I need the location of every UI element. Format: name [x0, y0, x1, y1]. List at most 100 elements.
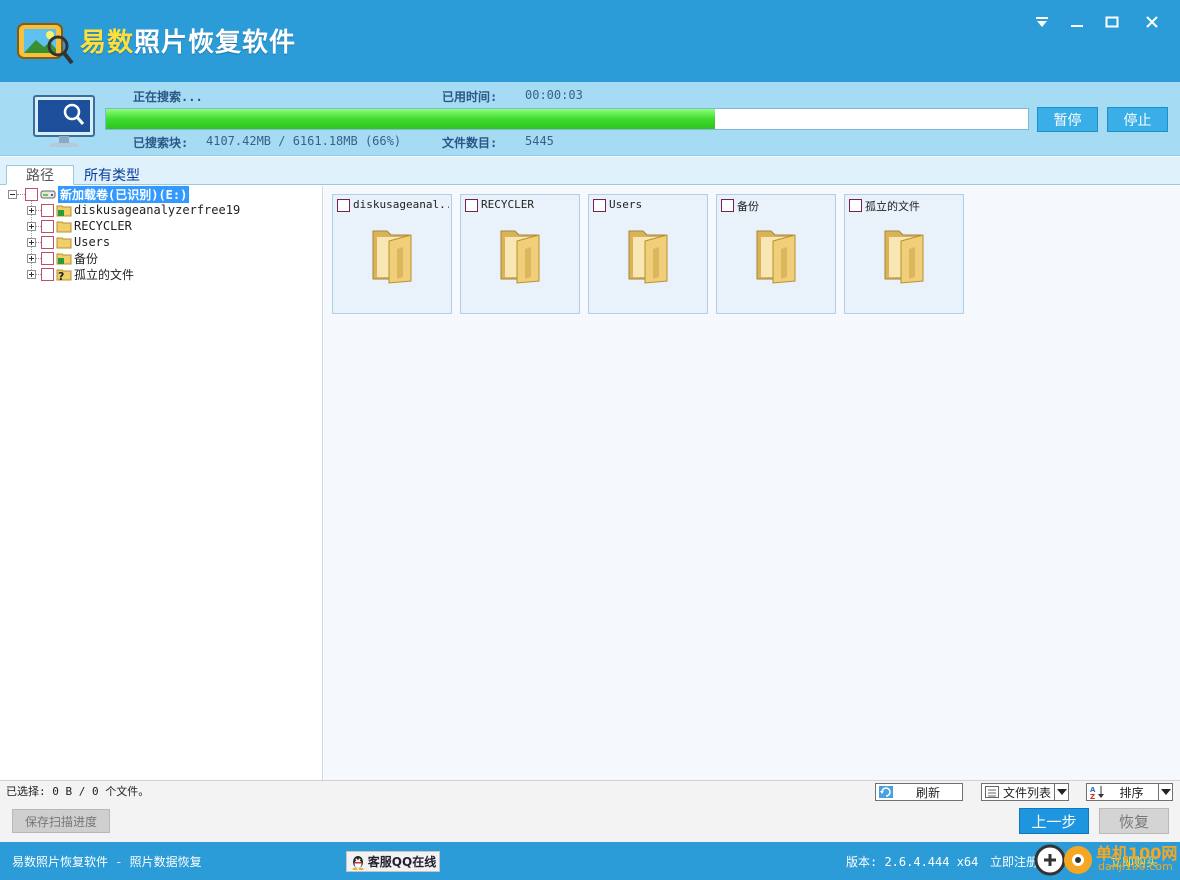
tree-item-label[interactable]: 备份	[74, 250, 98, 267]
watermark-url: danji100.com	[1098, 860, 1173, 873]
folder-icon	[884, 230, 924, 284]
refresh-button[interactable]: 刷新	[875, 783, 963, 801]
tile-label: Users	[609, 198, 643, 211]
tree-item-label[interactable]: 孤立的文件	[74, 266, 134, 283]
svg-text:?: ?	[58, 270, 64, 282]
tree-item-checkbox[interactable]	[41, 251, 54, 265]
collapse-toggle[interactable]	[8, 189, 17, 199]
tree-item-label[interactable]: Users	[74, 235, 110, 249]
tree-item-label[interactable]: diskusageanalyzerfree19	[74, 203, 240, 217]
expand-toggle[interactable]	[27, 205, 36, 215]
folder-icon	[56, 221, 72, 233]
tile-label: diskusageanal...	[353, 198, 449, 211]
tile-label: 孤立的文件	[865, 200, 920, 213]
menu-dropdown-icon[interactable]	[1029, 10, 1055, 34]
monitor-search-icon	[33, 95, 95, 147]
version-text: 版本: 2.6.4.444 x64	[846, 855, 979, 869]
folder-recycle-icon	[56, 253, 72, 265]
tree-root-label[interactable]: 新加载卷(已识别)(E:)	[58, 185, 190, 203]
pause-button[interactable]: 暂停	[1037, 107, 1098, 132]
stop-button[interactable]: 停止	[1107, 107, 1168, 132]
tile-label: 备份	[737, 200, 759, 213]
qq-penguin-icon	[352, 855, 364, 870]
tree-item-checkbox[interactable]	[41, 267, 54, 281]
recover-button[interactable]: 恢复	[1099, 808, 1169, 834]
folder-icon	[628, 230, 668, 284]
tile-checkbox[interactable]	[593, 199, 606, 212]
expand-toggle[interactable]	[27, 269, 36, 279]
tree-item-checkbox[interactable]	[41, 235, 54, 249]
elapsed-value: 00:00:03	[525, 88, 583, 102]
tile-checkbox[interactable]	[337, 199, 350, 212]
folder-icon	[372, 230, 412, 284]
svg-text:Z: Z	[1090, 793, 1095, 799]
maximize-icon[interactable]	[1099, 10, 1125, 34]
close-icon[interactable]	[1139, 10, 1165, 34]
tree-root-row[interactable]: 新加载卷(已识别)(E:)	[8, 185, 190, 203]
title-bar: 易数照片恢复软件	[0, 0, 1180, 82]
drive-icon	[40, 190, 56, 199]
tree-item[interactable]: Users	[27, 234, 110, 250]
sort-icon: A Z	[1090, 786, 1104, 799]
tree-item-checkbox[interactable]	[41, 219, 54, 233]
previous-step-button[interactable]: 上一步	[1019, 808, 1089, 834]
qq-support-button[interactable]: 客服QQ在线	[346, 851, 440, 872]
searching-status: 正在搜索...	[133, 90, 203, 104]
folder-tree: 新加载卷(已识别)(E:) diskusageanalyzerfree19 RE…	[0, 185, 323, 780]
folder-recycle-icon	[56, 205, 72, 217]
minimize-icon[interactable]	[1064, 10, 1090, 34]
file-count-value: 5445	[525, 134, 554, 148]
tree-item[interactable]: 备份	[27, 250, 98, 266]
tree-root-checkbox[interactable]	[25, 187, 38, 201]
searched-value: 4107.42MB / 6161.18MB (66%)	[206, 134, 402, 148]
folder-icon	[56, 237, 72, 249]
qq-support-label: 客服QQ在线	[367, 855, 437, 869]
searched-label: 已搜索块:	[133, 136, 189, 150]
tile-label: RECYCLER	[481, 198, 534, 211]
folder-tile[interactable]: 孤立的文件	[844, 194, 964, 314]
status-bar: 易数照片恢复软件 - 照片数据恢复 客服QQ在线 版本: 2.6.4.444 x…	[0, 842, 1180, 880]
chevron-down-icon[interactable]	[1158, 784, 1172, 800]
tree-item[interactable]: diskusageanalyzerfree19	[27, 202, 240, 218]
tree-item[interactable]: ? 孤立的文件	[27, 266, 134, 282]
refresh-label: 刷新	[915, 785, 940, 800]
selection-info: 已选择: 0 B / 0 个文件。	[6, 785, 150, 798]
status-text: 易数照片恢复软件 - 照片数据恢复	[12, 855, 202, 869]
app-title: 易数照片恢复软件	[80, 28, 297, 58]
register-link[interactable]: 立即注册	[990, 853, 1038, 870]
tree-item-label[interactable]: RECYCLER	[74, 219, 132, 233]
sort-label: 排序	[1119, 785, 1144, 800]
tree-item-checkbox[interactable]	[41, 203, 54, 217]
tree-item[interactable]: RECYCLER	[27, 218, 132, 234]
tab-all-types[interactable]: 所有类型	[74, 165, 150, 185]
app-logo-icon	[17, 23, 74, 65]
folder-tile[interactable]: RECYCLER	[460, 194, 580, 314]
expand-toggle[interactable]	[27, 221, 36, 231]
tile-checkbox[interactable]	[465, 199, 478, 212]
file-list-label: 文件列表	[1002, 785, 1051, 800]
folder-tile[interactable]: diskusageanal...	[332, 194, 452, 314]
folder-tile[interactable]: 备份	[716, 194, 836, 314]
file-grid: diskusageanal... RECYCLER Users 备份 孤立的文件	[324, 186, 1180, 780]
refresh-icon	[879, 786, 893, 798]
view-tabs: 路径 所有类型	[0, 157, 1180, 185]
scan-progress-panel: 正在搜索... 已用时间: 00:00:03 已搜索块: 4107.42MB /…	[0, 82, 1180, 156]
tile-checkbox[interactable]	[721, 199, 734, 212]
list-view-icon	[985, 786, 999, 798]
folder-tile[interactable]: Users	[588, 194, 708, 314]
tile-checkbox[interactable]	[849, 199, 862, 212]
save-scan-progress-button[interactable]: 保存扫描进度	[12, 809, 110, 833]
expand-toggle[interactable]	[27, 253, 36, 263]
elapsed-label: 已用时间:	[442, 90, 498, 104]
expand-toggle[interactable]	[27, 237, 36, 247]
folder-question-icon: ?	[56, 269, 72, 282]
progress-fill	[106, 109, 715, 129]
folder-icon	[500, 230, 540, 284]
chevron-down-icon[interactable]	[1054, 784, 1068, 800]
file-list-dropdown[interactable]: 文件列表	[981, 783, 1069, 801]
bottom-toolbar: 已选择: 0 B / 0 个文件。 保存扫描进度 刷新 文件列表 A Z 排序	[0, 780, 1180, 842]
file-count-label: 文件数目:	[442, 136, 498, 150]
tab-path[interactable]: 路径	[6, 165, 74, 185]
folder-icon	[756, 230, 796, 284]
sort-dropdown[interactable]: A Z 排序	[1086, 783, 1173, 801]
